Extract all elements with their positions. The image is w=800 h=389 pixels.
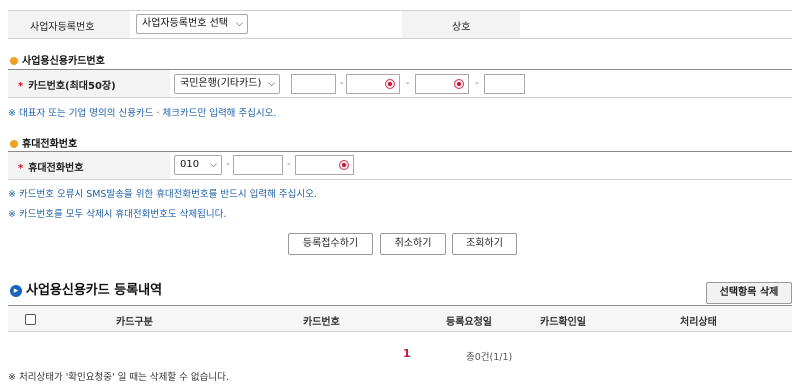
phone-number-label: * 휴대전화번호 <box>18 163 84 174</box>
col-request-date: 등록요청일 <box>446 317 492 328</box>
biz-name-label: 상호 <box>452 22 471 33</box>
delete-selected-button[interactable]: 선택항목 삭제 <box>706 282 792 304</box>
col-confirm-date: 카드확인일 <box>540 317 586 328</box>
phone-row-bottom-border <box>8 179 792 180</box>
list-note: ※ 처리상태가 '확인요청중' 일 때는 삭제할 수 없습니다. <box>8 372 229 383</box>
register-button[interactable]: 등록접수하기 <box>288 233 373 255</box>
separator-dash: - <box>287 159 291 170</box>
card-bank-select[interactable]: 국민은행(기타카드) ⌵ <box>174 74 280 94</box>
card-number-part3-input[interactable] <box>415 74 469 94</box>
select-all-checkbox[interactable] <box>25 314 36 325</box>
col-status: 처리상태 <box>680 317 717 328</box>
card-row-bottom-border <box>8 97 792 98</box>
required-mark: * <box>18 163 24 174</box>
cancel-button[interactable]: 취소하기 <box>380 233 446 255</box>
pagination-current-page[interactable]: 1 <box>403 347 411 360</box>
chevron-down-icon: ⌵ <box>210 160 217 170</box>
separator-dash: - <box>475 78 479 89</box>
biz-reg-label: 사업자등록번호 <box>30 22 95 33</box>
separator-dash: - <box>340 78 344 89</box>
phone-last-input[interactable] <box>295 155 354 175</box>
search-button[interactable]: 조회하기 <box>452 233 517 255</box>
phone-prefix-value: 010 <box>180 159 200 170</box>
section-bullet-icon <box>10 140 18 148</box>
card-number-part2-input[interactable] <box>346 74 400 94</box>
secure-keypad-icon[interactable] <box>339 160 349 170</box>
secure-keypad-icon[interactable] <box>454 79 464 89</box>
required-mark: * <box>18 81 24 92</box>
phone-note-2: ※ 카드번호를 모두 삭제시 휴대전화번호도 삭제됩니다. <box>8 209 227 220</box>
phone-section-title: 휴대전화번호 <box>10 135 77 150</box>
list-header-bottom-border <box>8 331 792 332</box>
separator-dash: - <box>406 78 410 89</box>
chevron-down-icon: ⌵ <box>236 19 243 29</box>
separator-dash: - <box>226 159 230 170</box>
phone-note-1: ※ 카드번호 오류시 SMS발송을 위한 휴대전화번호를 반드시 입력해 주십시… <box>8 189 317 200</box>
col-card-number: 카드번호 <box>303 317 340 328</box>
section-bullet-icon <box>10 57 18 65</box>
chevron-down-icon: ⌵ <box>268 79 275 89</box>
secure-keypad-icon[interactable] <box>385 79 395 89</box>
card-number-part4-input[interactable] <box>484 74 525 94</box>
col-card-type: 카드구분 <box>116 317 153 328</box>
card-section-title: 사업용신용카드번호 <box>10 52 105 67</box>
phone-prefix-select[interactable]: 010 ⌵ <box>174 155 222 175</box>
total-count: 총0건(1/1) <box>466 352 513 363</box>
biz-reg-select[interactable]: 사업자등록번호 선택 ⌵ <box>136 14 248 34</box>
list-title: ▸ 사업용신용카드 등록내역 <box>10 279 162 298</box>
card-bank-select-value: 국민은행(기타카드) <box>180 78 262 89</box>
biz-reg-select-value: 사업자등록번호 선택 <box>142 18 228 29</box>
arrow-circle-icon: ▸ <box>10 285 22 297</box>
biz-row-bottom-border <box>8 38 792 39</box>
phone-middle-input[interactable] <box>233 155 283 175</box>
card-number-part1-input[interactable] <box>291 74 336 94</box>
card-note: ※ 대표자 또는 기업 명의의 신용카드 · 체크카드만 입력해 주십시오. <box>8 108 277 119</box>
card-number-label: * 카드번호(최대50장) <box>18 81 116 92</box>
